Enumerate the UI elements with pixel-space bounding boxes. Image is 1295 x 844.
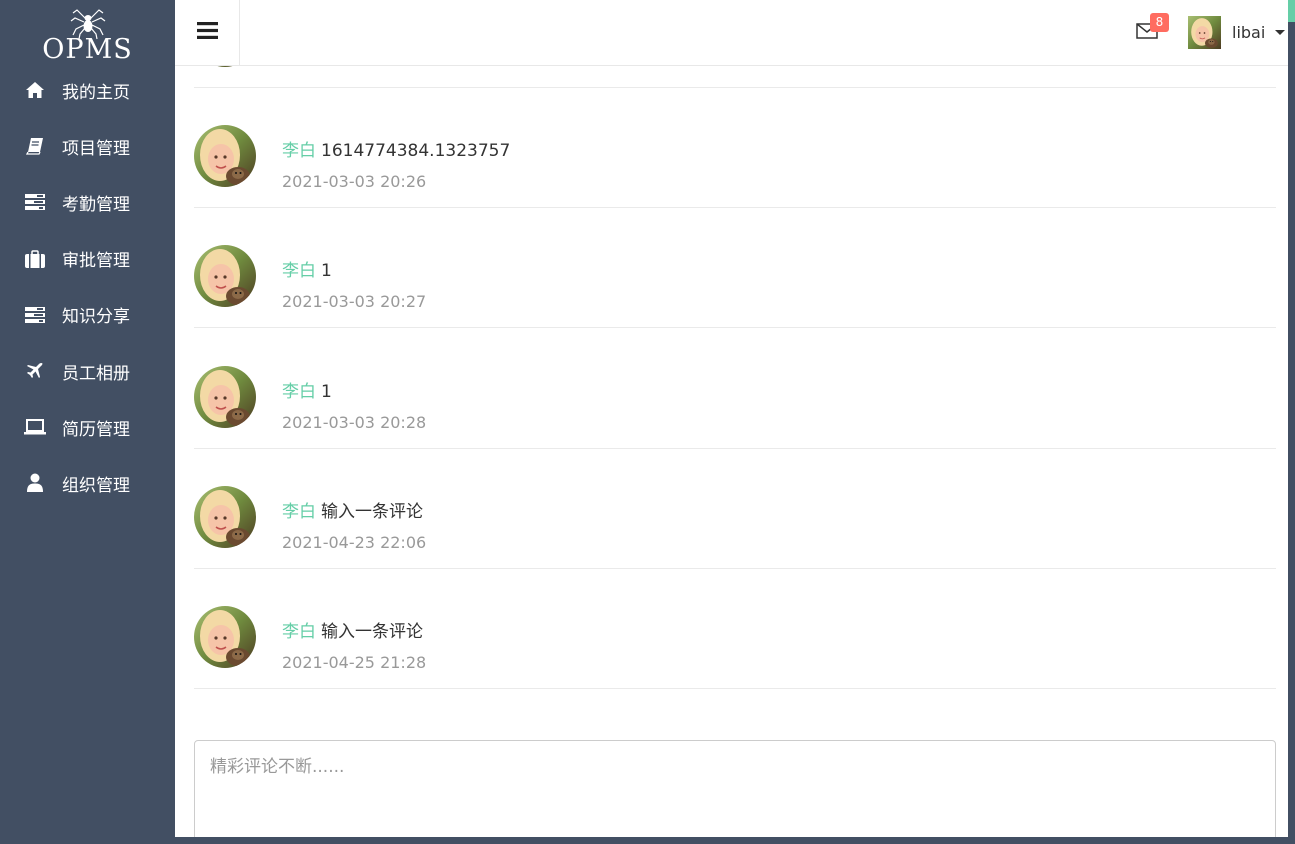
- avatar: [1188, 16, 1221, 49]
- comment-time: 2021-03-03 20:26: [282, 172, 427, 191]
- sidebar-item-label: 我的主页: [62, 82, 130, 103]
- sidebar-item-label: 简历管理: [62, 419, 130, 440]
- comment-item: 李白 1614774384.1323757 2021-03-03 20:26: [194, 88, 1276, 208]
- sidebar-item-knowledge[interactable]: 知识分享: [0, 287, 175, 343]
- comment-item: 李白 输入一条评论 2021-04-25 21:28: [194, 569, 1276, 689]
- caret-down-icon: [1275, 29, 1286, 35]
- scrollbar-thumb[interactable]: [1288, 0, 1295, 22]
- comment-author[interactable]: 李白: [282, 502, 316, 522]
- comment-text: 1: [321, 261, 332, 281]
- sidebar-item-home[interactable]: 我的主页: [0, 62, 175, 118]
- username: libai: [1232, 22, 1266, 42]
- avatar[interactable]: [194, 486, 256, 548]
- comment-text: 1614774384.1323757: [321, 141, 511, 161]
- comment-text: 输入一条评论: [321, 502, 423, 522]
- avatar[interactable]: [194, 245, 256, 307]
- comment-item: 李白 1 2021-03-03 20:28: [194, 329, 1276, 449]
- main-content: 李白 1614774384.1323757 2021-03-03 20:26 李白…: [175, 0, 1288, 837]
- comment-author[interactable]: 李白: [282, 382, 316, 402]
- sidebar-item-approval[interactable]: 审批管理: [0, 231, 175, 287]
- sidebar-item-label: 项目管理: [62, 138, 130, 159]
- logo-text: OPMS: [42, 34, 133, 65]
- sidebar-item-projects[interactable]: 项目管理: [0, 118, 175, 174]
- comment-time: 2021-03-03 20:28: [282, 413, 427, 432]
- sidebar-item-album[interactable]: 员工相册: [0, 343, 175, 399]
- sidebar-item-label: 组织管理: [62, 475, 130, 496]
- home-icon: [24, 80, 46, 100]
- comment-time: 2021-04-25 21:28: [282, 653, 427, 672]
- menu-toggle-button[interactable]: [175, 0, 240, 65]
- comment-input[interactable]: [194, 740, 1276, 837]
- laptop-icon: [24, 417, 46, 437]
- comment-author[interactable]: 李白: [282, 261, 316, 281]
- avatar[interactable]: [194, 125, 256, 187]
- top-bar: 8 libai: [175, 0, 1288, 66]
- briefcase-icon: [24, 249, 46, 269]
- plane-icon: [24, 361, 46, 381]
- scrollbar[interactable]: [1288, 0, 1295, 844]
- user-menu[interactable]: libai: [1188, 15, 1286, 49]
- hamburger-icon: [196, 22, 218, 43]
- book-icon: [24, 136, 46, 156]
- avatar[interactable]: [194, 606, 256, 668]
- comment-text: 输入一条评论: [321, 622, 423, 642]
- sidebar-item-organization[interactable]: 组织管理: [0, 455, 175, 511]
- comment-author[interactable]: 李白: [282, 141, 316, 161]
- tasks-icon: [24, 305, 46, 325]
- sidebar-nav: 我的主页 项目管理 考勤管理 审批管理 知识分享 员工相册 简历管理 组织管理: [0, 62, 175, 512]
- sidebar-item-label: 员工相册: [62, 363, 130, 384]
- comment-author[interactable]: 李白: [282, 622, 316, 642]
- sidebar-item-label: 考勤管理: [62, 194, 130, 215]
- comment-time: 2021-04-23 22:06: [282, 533, 427, 552]
- sidebar: OPMS 我的主页 项目管理 考勤管理 审批管理 知识分享 员工相册 简历管理 …: [0, 0, 175, 844]
- comment-text: 1: [321, 382, 332, 402]
- logo[interactable]: OPMS: [0, 0, 175, 70]
- comment-item: 李白 输入一条评论 2021-04-23 22:06: [194, 449, 1276, 569]
- avatar[interactable]: [194, 366, 256, 428]
- sidebar-item-resume[interactable]: 简历管理: [0, 399, 175, 455]
- tasks-icon: [24, 192, 46, 212]
- unread-badge: 8: [1150, 13, 1169, 32]
- sidebar-item-attendance[interactable]: 考勤管理: [0, 174, 175, 230]
- user-icon: [24, 473, 46, 493]
- comment-item: 李白 1 2021-03-03 20:27: [194, 208, 1276, 328]
- sidebar-item-label: 审批管理: [62, 251, 130, 272]
- comment-time: 2021-03-03 20:27: [282, 292, 427, 311]
- sidebar-item-label: 知识分享: [62, 307, 130, 328]
